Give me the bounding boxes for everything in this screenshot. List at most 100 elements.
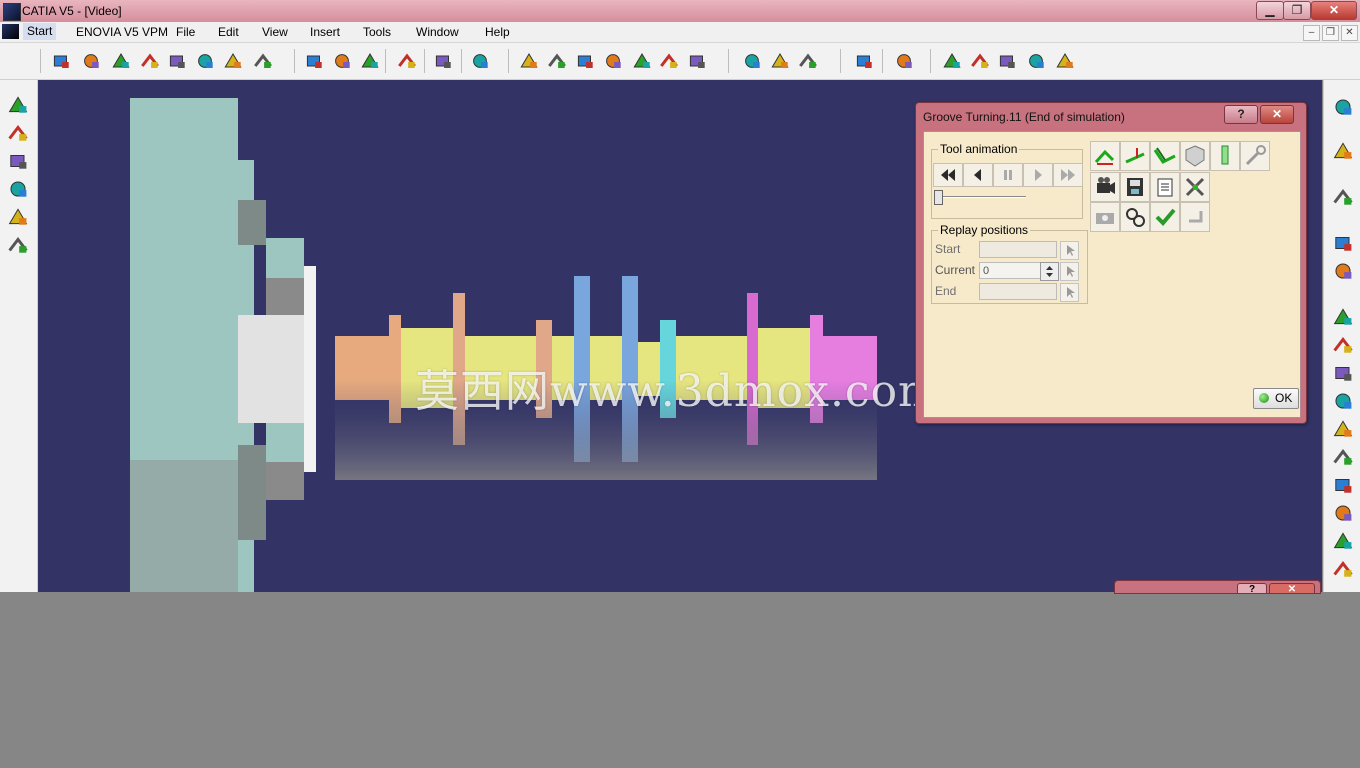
analysis-button[interactable] <box>1120 202 1150 232</box>
menu-file[interactable]: File <box>176 25 195 39</box>
document-button[interactable] <box>631 51 653 71</box>
collision-button[interactable] <box>1180 172 1210 202</box>
rewind-button[interactable] <box>933 163 963 187</box>
measure-button[interactable] <box>194 51 216 71</box>
macro5-button[interactable] <box>1331 418 1355 440</box>
pause-button[interactable] <box>993 163 1023 187</box>
macro2-button[interactable] <box>1331 334 1355 356</box>
tool-settings-button[interactable] <box>1240 141 1270 171</box>
roughing-button[interactable] <box>6 234 30 256</box>
restore-button[interactable]: ❐ <box>1283 1 1311 20</box>
replay-button[interactable] <box>853 51 875 71</box>
catia-app-icon[interactable] <box>3 3 21 21</box>
analysis-button[interactable] <box>1331 232 1355 254</box>
secondary-close-button[interactable]: ✕ <box>1269 583 1315 593</box>
mdi-restore-button[interactable]: ❐ <box>1322 25 1339 41</box>
profile-button[interactable] <box>6 178 30 200</box>
point-display-button[interactable] <box>1120 141 1150 171</box>
step-back-button[interactable] <box>963 163 993 187</box>
snap-button[interactable] <box>80 51 102 71</box>
facing-button[interactable] <box>6 122 30 144</box>
groove-button[interactable] <box>6 150 30 172</box>
video-mode-button[interactable] <box>1090 172 1120 202</box>
filter-button[interactable] <box>432 51 454 71</box>
tool-path-button[interactable] <box>602 51 624 71</box>
parameter-button[interactable] <box>893 51 915 71</box>
move-button[interactable] <box>110 51 132 71</box>
animation-slider-thumb[interactable] <box>934 190 943 205</box>
play-path-button[interactable] <box>797 51 819 71</box>
current-field[interactable]: 0 <box>979 262 1041 279</box>
multi-path-button[interactable] <box>1150 141 1180 171</box>
turning-button[interactable] <box>469 51 491 71</box>
menu-view[interactable]: View <box>262 25 288 39</box>
video-button[interactable] <box>686 51 708 71</box>
menu-edit[interactable]: Edit <box>218 25 239 39</box>
material-button[interactable] <box>359 51 381 71</box>
part-button[interactable] <box>303 51 325 71</box>
program-button[interactable] <box>546 51 568 71</box>
shading-button[interactable] <box>1180 141 1210 171</box>
fly-button[interactable] <box>1331 140 1355 162</box>
close-button[interactable]: ✕ <box>1311 1 1357 20</box>
macro8-button[interactable] <box>1331 502 1355 524</box>
mdi-close-button[interactable]: ✕ <box>1341 25 1358 41</box>
menu-insert[interactable]: Insert <box>310 25 340 39</box>
macro7-button[interactable] <box>1331 474 1355 496</box>
turning-op-button[interactable] <box>6 94 30 116</box>
end-field[interactable] <box>979 283 1057 300</box>
current-pick-button[interactable] <box>1060 262 1079 281</box>
macro3-button[interactable] <box>1331 362 1355 384</box>
constraint-button[interactable] <box>166 51 188 71</box>
transform-button[interactable] <box>996 51 1018 71</box>
menu-start[interactable]: Start <box>23 23 57 40</box>
start-field[interactable] <box>979 241 1057 258</box>
tool-change-button[interactable] <box>969 51 991 71</box>
flag-button[interactable] <box>769 51 791 71</box>
menu-enovia[interactable]: ENOVIA V5 VPM <box>76 25 168 39</box>
macro6-button[interactable] <box>1331 446 1355 468</box>
start-pick-button[interactable] <box>1060 241 1079 260</box>
save-video-button[interactable] <box>1120 172 1150 202</box>
mdi-minimize-button[interactable]: – <box>1303 25 1320 41</box>
menu-tools[interactable]: Tools <box>363 25 391 39</box>
rotate-machine-button[interactable] <box>1025 51 1047 71</box>
end-pick-button[interactable] <box>1060 283 1079 302</box>
simulate-button[interactable] <box>741 51 763 71</box>
operation-button[interactable] <box>574 51 596 71</box>
axis-button[interactable] <box>941 51 963 71</box>
menu-help[interactable]: Help <box>485 25 510 39</box>
current-spinner[interactable] <box>1040 262 1059 281</box>
thread-button[interactable] <box>6 206 30 228</box>
macro9-button[interactable] <box>1331 530 1355 552</box>
ok-button[interactable]: OK <box>1253 388 1299 409</box>
link-button[interactable] <box>396 51 418 71</box>
sketcher-button[interactable] <box>50 51 72 71</box>
material-removal-button[interactable] <box>1150 202 1180 232</box>
dialog-close-button[interactable]: ✕ <box>1260 105 1294 124</box>
minimize-button[interactable]: ▁ <box>1256 1 1284 20</box>
cut-button[interactable] <box>658 51 680 71</box>
menu-window[interactable]: Window <box>416 25 459 39</box>
clamp-button[interactable] <box>1180 202 1210 232</box>
machine-button[interactable] <box>518 51 540 71</box>
photo-button[interactable] <box>1090 202 1120 232</box>
dialog-help-button[interactable]: ? <box>1224 105 1258 124</box>
stock-button[interactable] <box>331 51 353 71</box>
play-button[interactable] <box>1023 163 1053 187</box>
compass-button[interactable] <box>252 51 274 71</box>
rotate-button[interactable] <box>139 51 161 71</box>
macro10-button[interactable] <box>1331 558 1355 580</box>
tool-path-display-button[interactable] <box>1090 141 1120 171</box>
animation-slider-track[interactable] <box>934 196 1026 198</box>
tree-button[interactable] <box>222 51 244 71</box>
macro4-button[interactable] <box>1331 390 1355 412</box>
macro1-button[interactable] <box>1331 306 1355 328</box>
render-button[interactable] <box>1331 96 1355 118</box>
fast-forward-button[interactable] <box>1053 163 1083 187</box>
tool-display-button[interactable] <box>1210 141 1240 171</box>
sheet-button[interactable] <box>1331 260 1355 282</box>
document-menu-icon[interactable] <box>2 24 19 39</box>
export-button[interactable] <box>1054 51 1076 71</box>
secondary-help-button[interactable]: ? <box>1237 583 1267 593</box>
